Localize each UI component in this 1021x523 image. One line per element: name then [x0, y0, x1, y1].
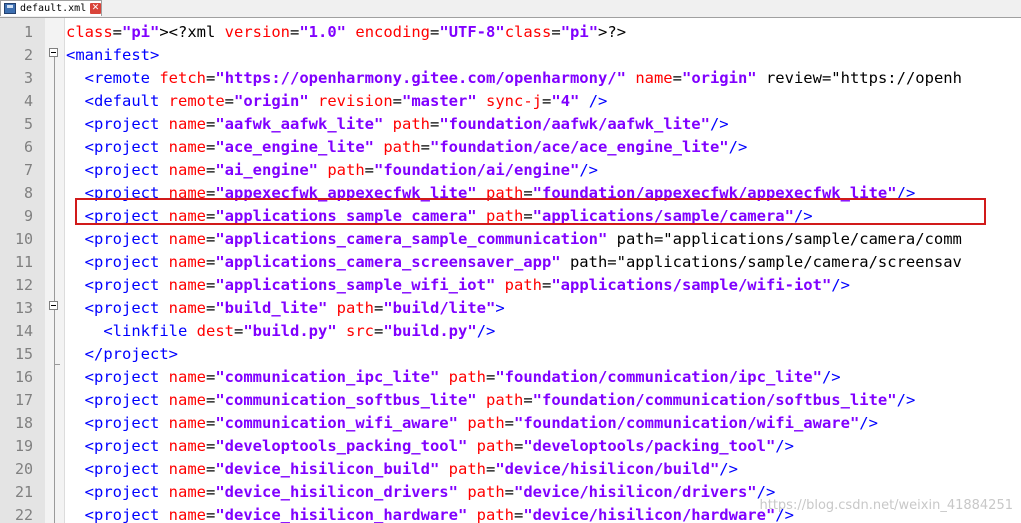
line-number: 14: [14, 322, 33, 340]
tab-title: default.xml: [20, 3, 87, 14]
line-number: 4: [23, 92, 33, 110]
code-text[interactable]: <project name="applications_sample_wifi_…: [66, 274, 850, 297]
line-number: 12: [14, 276, 33, 294]
line-number: 8: [23, 184, 33, 202]
line-number: 5: [23, 115, 33, 133]
code-line[interactable]: 15 </project>: [0, 343, 1021, 366]
code-text[interactable]: </project>: [66, 343, 178, 366]
code-text[interactable]: <remote fetch="https://openharmony.gitee…: [66, 67, 962, 90]
line-number: 3: [23, 69, 33, 87]
code-line[interactable]: 3 <remote fetch="https://openharmony.git…: [0, 67, 1021, 90]
code-line[interactable]: 19 <project name="developtools_packing_t…: [0, 435, 1021, 458]
code-text[interactable]: <project name="applications_camera_sampl…: [66, 228, 962, 251]
code-text[interactable]: <project name="ai_engine" path="foundati…: [66, 159, 598, 182]
code-text[interactable]: <project name="communication_softbus_lit…: [66, 389, 916, 412]
line-number: 6: [23, 138, 33, 156]
line-number: 18: [14, 414, 33, 432]
code-line[interactable]: 7 <project name="ai_engine" path="founda…: [0, 159, 1021, 182]
line-number: 15: [14, 345, 33, 363]
code-line[interactable]: 13 <project name="build_lite" path="buil…: [0, 297, 1021, 320]
line-number: 1: [23, 23, 33, 41]
code-line[interactable]: 1 class="pi"><?xml version="1.0" encoding…: [0, 21, 1021, 44]
code-line[interactable]: 4 <default remote="origin" revision="mas…: [0, 90, 1021, 113]
code-text[interactable]: class="pi"><?xml version="1.0" encoding=…: [66, 21, 626, 44]
code-text[interactable]: <project name="communication_wifi_aware"…: [66, 412, 878, 435]
code-line[interactable]: 11 <project name="applications_camera_sc…: [0, 251, 1021, 274]
line-number: 21: [14, 483, 33, 501]
tab-bar: default.xml ✕: [0, 0, 1021, 18]
code-line[interactable]: 12 <project name="applications_sample_wi…: [0, 274, 1021, 297]
line-number: 19: [14, 437, 33, 455]
code-text[interactable]: <project name="build_lite" path="build/l…: [66, 297, 505, 320]
code-line[interactable]: 14 <linkfile dest="build.py" src="build.…: [0, 320, 1021, 343]
code-line[interactable]: 6 <project name="ace_engine_lite" path="…: [0, 136, 1021, 159]
line-number: 9: [23, 207, 33, 225]
code-line[interactable]: 10 <project name="applications_camera_sa…: [0, 228, 1021, 251]
code-text[interactable]: <project name="developtools_packing_tool…: [66, 435, 794, 458]
code-text[interactable]: <project name="device_hisilicon_drivers"…: [66, 481, 776, 504]
line-number: 2: [23, 46, 33, 64]
code-text[interactable]: <project name="device_hisilicon_hardware…: [66, 504, 794, 523]
line-number: 10: [14, 230, 33, 248]
highlight-box: [75, 198, 986, 225]
code-line[interactable]: 20 <project name="device_hisilicon_build…: [0, 458, 1021, 481]
code-editor[interactable]: 1 class="pi"><?xml version="1.0" encoding…: [0, 18, 1021, 523]
floppy-save-icon: [4, 3, 16, 14]
code-line[interactable]: 2 <manifest>: [0, 44, 1021, 67]
code-text[interactable]: <project name="applications_camera_scree…: [66, 251, 962, 274]
code-line[interactable]: 5 <project name="aafwk_aafwk_lite" path=…: [0, 113, 1021, 136]
code-line[interactable]: 17 <project name="communication_softbus_…: [0, 389, 1021, 412]
file-tab[interactable]: default.xml ✕: [0, 0, 102, 16]
line-number: 16: [14, 368, 33, 386]
code-text[interactable]: <project name="device_hisilicon_build" p…: [66, 458, 738, 481]
code-text[interactable]: <project name="ace_engine_lite" path="fo…: [66, 136, 748, 159]
line-number: 20: [14, 460, 33, 478]
line-number: 22: [14, 506, 33, 523]
line-number: 7: [23, 161, 33, 179]
code-line[interactable]: 16 <project name="communication_ipc_lite…: [0, 366, 1021, 389]
code-text[interactable]: <project name="communication_ipc_lite" p…: [66, 366, 841, 389]
code-text[interactable]: <manifest>: [66, 44, 159, 67]
line-number: 13: [14, 299, 33, 317]
line-number: 11: [14, 253, 33, 271]
code-text[interactable]: <project name="aafwk_aafwk_lite" path="f…: [66, 113, 729, 136]
watermark: https://blog.csdn.net/weixin_41884251: [759, 498, 1013, 513]
line-number: 17: [14, 391, 33, 409]
code-text[interactable]: <default remote="origin" revision="maste…: [66, 90, 608, 113]
code-text[interactable]: <linkfile dest="build.py" src="build.py"…: [66, 320, 495, 343]
code-line[interactable]: 18 <project name="communication_wifi_awa…: [0, 412, 1021, 435]
close-icon[interactable]: ✕: [90, 3, 101, 14]
